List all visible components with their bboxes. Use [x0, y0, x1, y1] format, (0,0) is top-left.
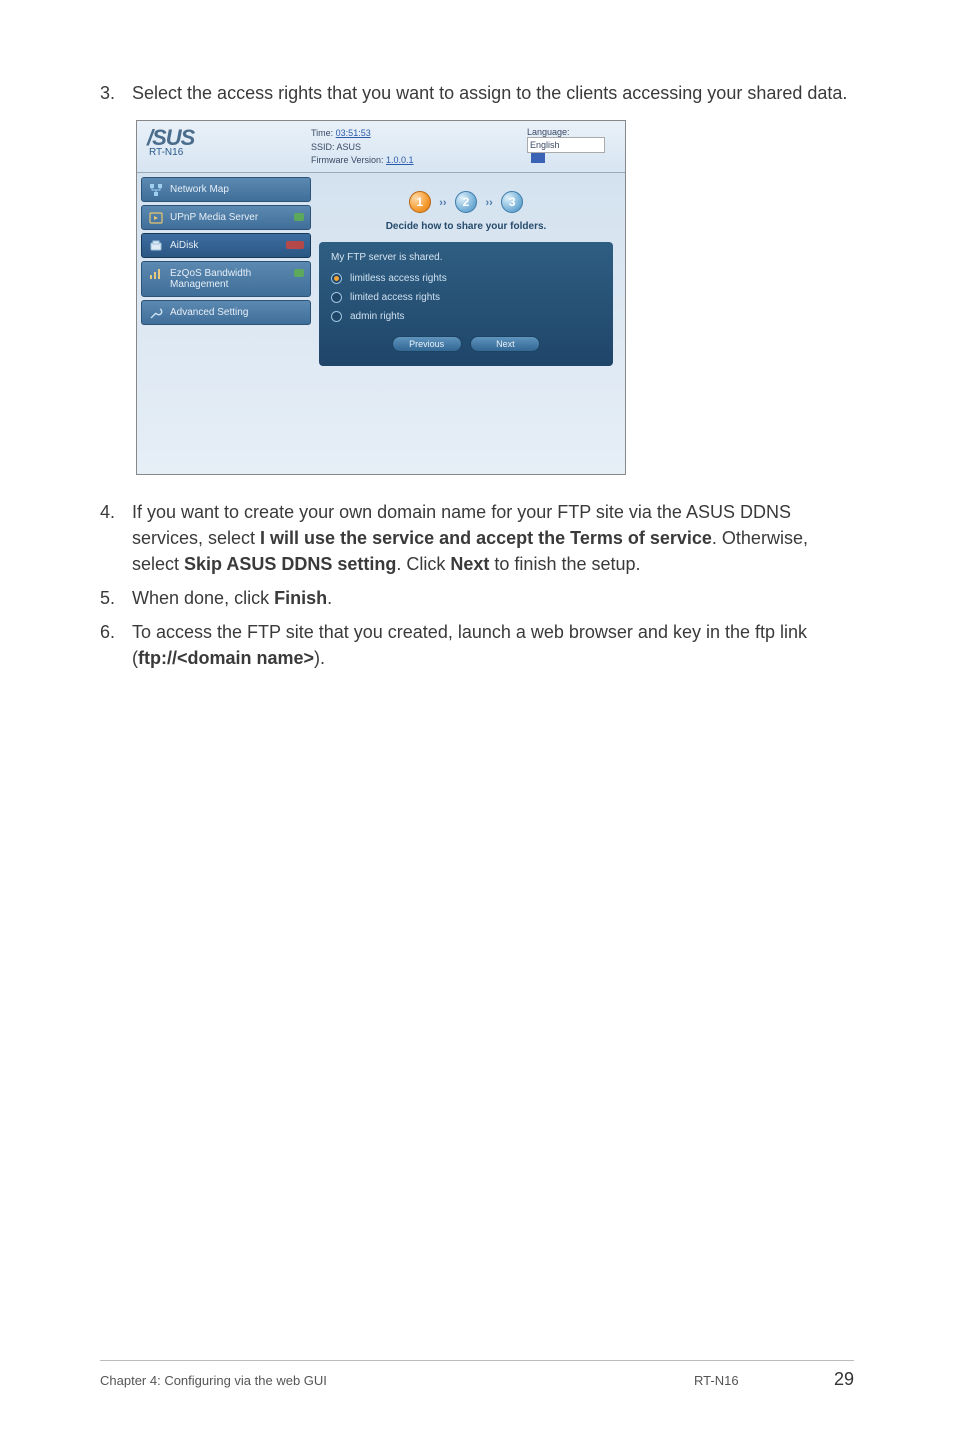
- brand-logo: /SUS: [147, 127, 311, 149]
- text-fragment: to finish the setup.: [489, 554, 640, 574]
- sidebar: Network Map UPnP Media Server AiDisk: [141, 177, 311, 470]
- step-text: When done, click Finish.: [132, 585, 854, 611]
- network-icon: [148, 182, 164, 198]
- sidebar-item-network-map[interactable]: Network Map: [141, 177, 311, 202]
- header-info: Time: 03:51:53 SSID: ASUS Firmware Versi…: [311, 125, 527, 168]
- footer-model: RT-N16: [694, 1373, 814, 1388]
- text-fragment: ).: [314, 648, 325, 668]
- step-indicator-2[interactable]: 2: [455, 191, 477, 213]
- step-text: To access the FTP site that you created,…: [132, 619, 854, 671]
- bold-term: ftp://<domain name>: [138, 648, 314, 668]
- time-row: Time: 03:51:53: [311, 127, 527, 141]
- instruction-list: 3. Select the access rights that you wan…: [100, 80, 854, 106]
- time-label: Time:: [311, 128, 336, 138]
- tools-icon: [148, 305, 164, 321]
- language-select[interactable]: English: [527, 137, 605, 153]
- sidebar-item-label: Advanced Setting: [170, 307, 248, 318]
- step-5: 5. When done, click Finish.: [100, 585, 854, 611]
- language-label: Language:: [527, 127, 617, 137]
- status-dot-icon: [294, 213, 304, 221]
- ssid-value: ASUS: [337, 142, 362, 152]
- chevron-right-icon: ››: [485, 197, 492, 209]
- chevron-right-icon: ››: [439, 197, 446, 209]
- radio-option-admin[interactable]: admin rights: [331, 311, 601, 322]
- fw-label: Firmware Version:: [311, 155, 386, 165]
- radio-icon: [331, 292, 342, 303]
- step-number: 5.: [100, 585, 132, 611]
- fw-link[interactable]: 1.0.0.1: [386, 155, 414, 165]
- sidebar-item-ezqos[interactable]: EzQoS Bandwidth Management: [141, 261, 311, 297]
- step-3: 3. Select the access rights that you wan…: [100, 80, 854, 106]
- bold-term: Next: [450, 554, 489, 574]
- disk-icon: [148, 238, 164, 254]
- language-value: English: [530, 140, 560, 150]
- language-block: Language: English: [527, 125, 617, 165]
- text-fragment: When done, click: [132, 588, 274, 608]
- ssid-label: SSID:: [311, 142, 337, 152]
- step-number: 4.: [100, 499, 132, 577]
- bold-term: I will use the service and accept the Te…: [260, 528, 712, 548]
- router-header: /SUS RT-N16 Time: 03:51:53 SSID: ASUS Fi…: [137, 121, 625, 173]
- fw-row: Firmware Version: 1.0.0.1: [311, 154, 527, 168]
- previous-button[interactable]: Previous: [392, 336, 462, 352]
- model-label: RT-N16: [147, 147, 311, 158]
- sidebar-item-label: AiDisk: [170, 240, 198, 251]
- logo-block: /SUS RT-N16: [141, 125, 311, 160]
- step-number: 6.: [100, 619, 132, 671]
- router-body: Network Map UPnP Media Server AiDisk: [137, 173, 625, 474]
- step-4: 4. If you want to create your own domain…: [100, 499, 854, 577]
- status-dots-icon: [286, 241, 304, 249]
- step-text: Select the access rights that you want t…: [132, 80, 854, 106]
- text-fragment: . Click: [396, 554, 450, 574]
- bold-term: Finish: [274, 588, 327, 608]
- footer-row: Chapter 4: Configuring via the web GUI R…: [100, 1369, 854, 1390]
- sidebar-item-label: EzQoS Bandwidth Management: [170, 268, 251, 290]
- main-panel: 1 ›› 2 ›› 3 Decide how to share your fol…: [311, 177, 621, 470]
- radio-label: limited access rights: [350, 292, 440, 303]
- sidebar-item-label: UPnP Media Server: [170, 212, 258, 223]
- bold-term: Skip ASUS DDNS setting: [184, 554, 396, 574]
- footer-rule: [100, 1360, 854, 1361]
- wizard-title: Decide how to share your folders.: [319, 221, 613, 232]
- wizard-buttons: Previous Next: [331, 336, 601, 352]
- radio-label: limitless access rights: [350, 273, 447, 284]
- radio-option-limited[interactable]: limited access rights: [331, 292, 601, 303]
- spacer: [319, 366, 613, 466]
- time-link[interactable]: 03:51:53: [336, 128, 371, 138]
- sidebar-item-advanced[interactable]: Advanced Setting: [141, 300, 311, 325]
- sidebar-item-label: Network Map: [170, 184, 229, 195]
- bars-icon: [148, 266, 164, 282]
- page-footer: Chapter 4: Configuring via the web GUI R…: [100, 1360, 854, 1390]
- instruction-list-cont: 4. If you want to create your own domain…: [100, 499, 854, 672]
- text-fragment: .: [327, 588, 332, 608]
- radio-icon: [331, 273, 342, 284]
- radio-option-limitless[interactable]: limitless access rights: [331, 273, 601, 284]
- step-number: 3.: [100, 80, 132, 106]
- step-6: 6. To access the FTP site that you creat…: [100, 619, 854, 671]
- ssid-row: SSID: ASUS: [311, 141, 527, 155]
- flag-icon[interactable]: [531, 153, 545, 163]
- router-screenshot: /SUS RT-N16 Time: 03:51:53 SSID: ASUS Fi…: [136, 120, 854, 475]
- step-indicator-1[interactable]: 1: [409, 191, 431, 213]
- radio-icon: [331, 311, 342, 322]
- wizard-content: My FTP server is shared. limitless acces…: [319, 242, 613, 366]
- status-dot-icon: [294, 269, 304, 277]
- footer-page-number: 29: [814, 1369, 854, 1390]
- step-indicator-3[interactable]: 3: [501, 191, 523, 213]
- footer-chapter: Chapter 4: Configuring via the web GUI: [100, 1373, 694, 1388]
- media-icon: [148, 210, 164, 226]
- next-button[interactable]: Next: [470, 336, 540, 352]
- radio-label: admin rights: [350, 311, 404, 322]
- wizard-steps: 1 ›› 2 ›› 3: [319, 185, 613, 217]
- step-text: If you want to create your own domain na…: [132, 499, 854, 577]
- sidebar-item-upnp[interactable]: UPnP Media Server: [141, 205, 311, 230]
- sidebar-item-aidisk[interactable]: AiDisk: [141, 233, 311, 258]
- shared-label: My FTP server is shared.: [331, 252, 601, 263]
- router-ui-window: /SUS RT-N16 Time: 03:51:53 SSID: ASUS Fi…: [136, 120, 626, 475]
- document-page: 3. Select the access rights that you wan…: [0, 0, 954, 1438]
